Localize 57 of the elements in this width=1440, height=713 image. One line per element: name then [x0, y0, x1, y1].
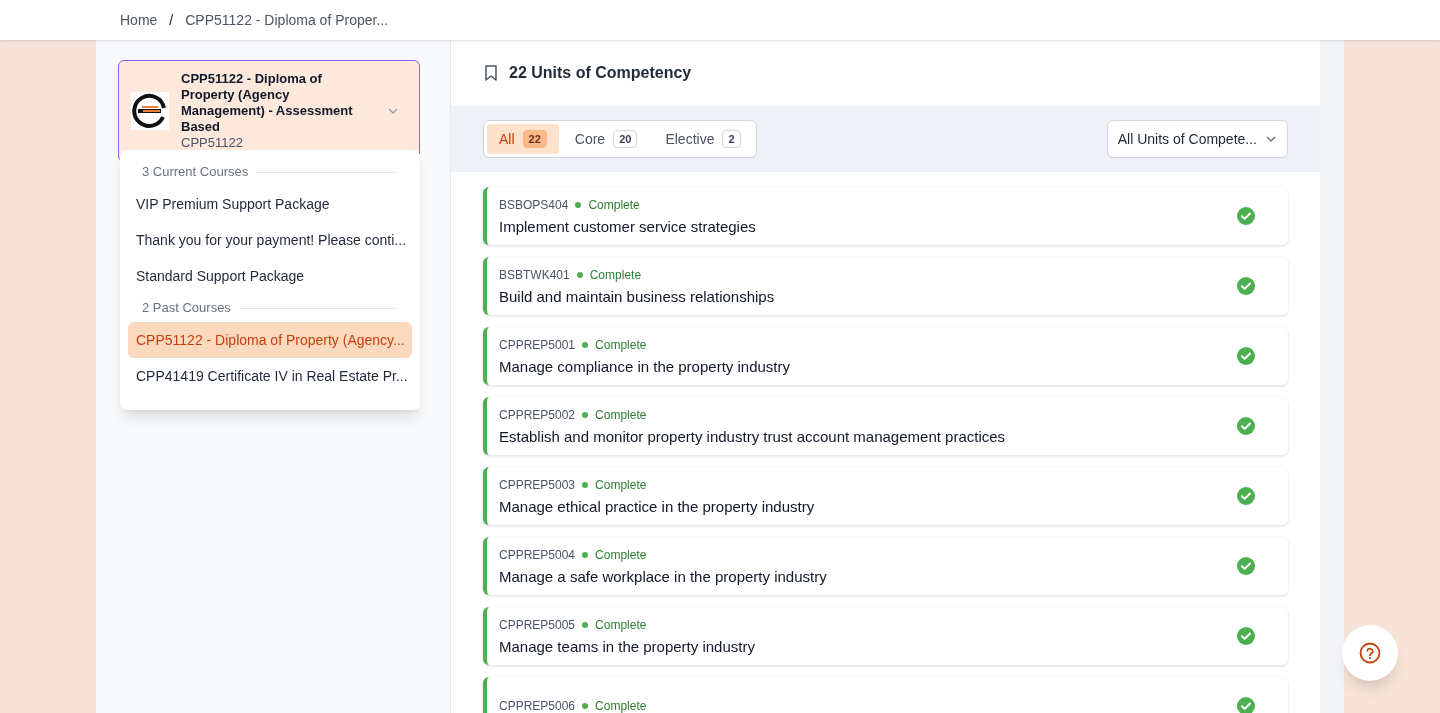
menu-group-label: 3 Current Courses — [142, 163, 249, 182]
filter-tab[interactable]: Elective 2 — [653, 124, 753, 154]
course-menu-item[interactable]: Standard Support Package — [128, 258, 412, 294]
breadcrumb-separator: / — [169, 10, 174, 30]
unit-code: CPPREP5003 — [499, 476, 576, 494]
unit-card[interactable]: CPPREP5001 Complete Manage compliance in the property industry — [483, 327, 1288, 385]
course-code: CPP51122 — [181, 135, 244, 151]
units-heading: 22 Units of Competency — [509, 63, 692, 83]
unit-status: Complete — [595, 476, 647, 494]
count-badge: 20 — [613, 129, 638, 149]
chevron-down-icon — [1265, 133, 1277, 145]
count-badge: 22 — [522, 129, 547, 149]
unit-title: Establish and monitor property industry trust account management practices — [499, 426, 1007, 447]
course-menu-item[interactable]: CPP51122 - Diploma of Property (Agency... — [128, 322, 412, 358]
unit-status: Complete — [595, 406, 647, 424]
unit-code: CPPREP5001 — [499, 336, 576, 354]
menu-group-label: 2 Past Courses — [142, 299, 231, 318]
course-menu-item[interactable]: Thank you for your payment! Please conti... — [128, 222, 412, 258]
unit-title: Build and maintain business relationships — [499, 286, 776, 307]
unit-status: Complete — [595, 546, 647, 564]
unit-code: CPPREP5005 — [499, 616, 576, 634]
unit-status: Complete — [595, 616, 647, 634]
help-button[interactable] — [1342, 625, 1398, 681]
course-menu-item[interactable]: CPP41419 Certificate IV in Real Estate Pr... — [128, 358, 412, 394]
bookmark-icon — [483, 64, 499, 82]
breadcrumb-link[interactable]: CPP51122 - Diploma of Proper... — [185, 9, 389, 31]
unit-code: BSBTWK401 — [499, 266, 570, 284]
filter-tab[interactable]: All 22 — [487, 124, 559, 154]
help-icon — [1359, 642, 1381, 664]
chevron-down-icon — [387, 105, 399, 117]
unit-card[interactable]: CPPREP5005 Complete Manage teams in the property industry — [483, 607, 1288, 665]
course-menu-item[interactable]: VIP Premium Support Package — [128, 186, 412, 222]
filter-tab[interactable]: Core 20 — [562, 124, 650, 154]
unit-card[interactable]: BSBTWK401 Complete Build and maintain business relationships — [483, 257, 1288, 315]
unit-status: Complete — [595, 336, 647, 354]
unit-card[interactable]: BSBOPS404 Complete Implement customer service strategies — [483, 187, 1288, 245]
count-badge: 2 — [722, 129, 741, 149]
unit-title: Implement customer service strategies — [499, 216, 757, 237]
unit-code: CPPREP5002 — [499, 406, 576, 424]
unit-card[interactable]: CPPREP5004 Complete Manage a safe workplace in the property industry — [483, 537, 1288, 595]
unit-filter-dropdown[interactable]: All Units of Compete... — [1106, 120, 1288, 158]
unit-card[interactable]: CPPREP5003 Complete Manage ethical practice in the property industry — [483, 467, 1288, 525]
unit-title: Manage ethical practice in the property industry — [499, 496, 816, 517]
unit-status: Complete — [588, 196, 640, 214]
unit-title: Manage a safe workplace in the property industry — [499, 566, 828, 587]
unit-title: Manage compliance in the property industry — [499, 356, 791, 377]
unit-status: Complete — [595, 698, 647, 713]
unit-title: Manage teams in the property industry — [499, 636, 756, 657]
unit-card[interactable]: CPPREP5002 Complete Establish and monitor property industry trust account management practices — [483, 397, 1288, 455]
course-title: CPP51122 - Diploma of Property (Agency Management) - Assessment Based — [181, 71, 354, 135]
unit-code: CPPREP5004 — [499, 546, 576, 564]
unit-code: CPPREP5006 — [499, 698, 576, 713]
unit-code: BSBOPS404 — [499, 196, 569, 214]
unit-card[interactable]: CPPREP5006 Complete — [483, 677, 1288, 713]
breadcrumb-link[interactable]: Home — [120, 9, 158, 31]
logo-icon — [131, 92, 169, 130]
unit-status: Complete — [589, 266, 642, 284]
